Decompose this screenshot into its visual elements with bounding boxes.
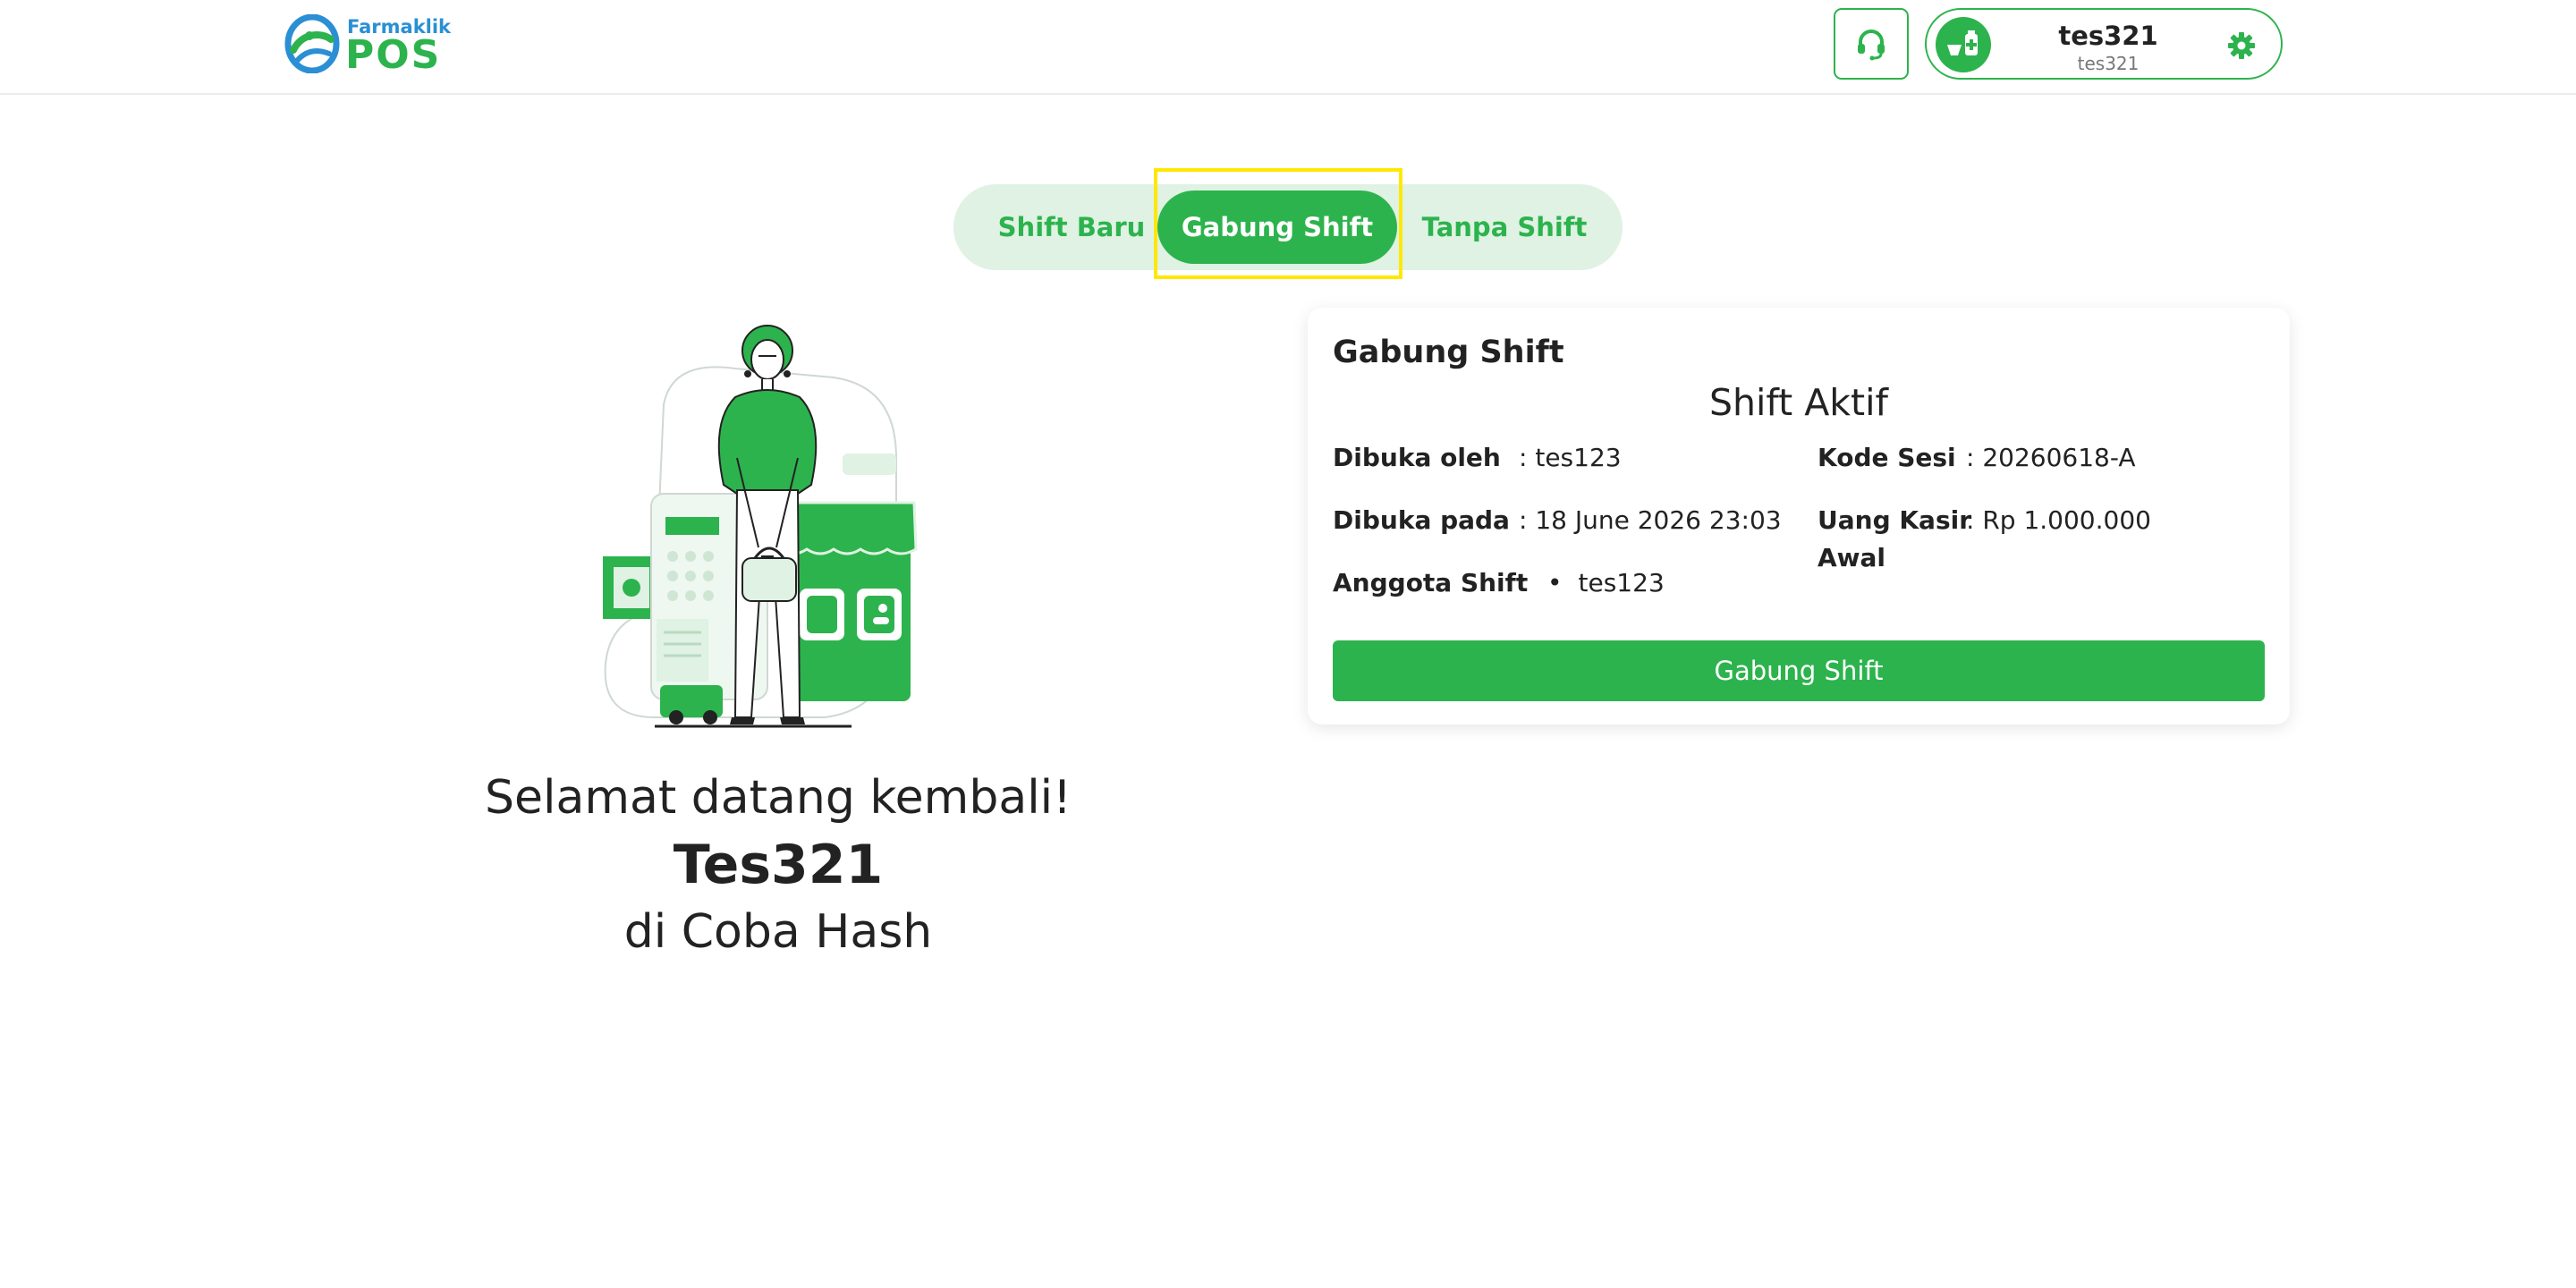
opened-by-value: : tes123 bbox=[1519, 443, 1622, 472]
cash-value: : Rp 1.000.000 bbox=[1966, 505, 2151, 535]
welcome-store-name: di Coba Hash bbox=[623, 905, 933, 959]
opened-at-value: : 18 June 2026 23:03 bbox=[1519, 505, 1782, 535]
member-name: tes123 bbox=[1578, 568, 1665, 597]
support-button[interactable] bbox=[1834, 8, 1909, 80]
opened-at-label: Dibuka pada bbox=[1333, 505, 1510, 535]
logo-text-big: POS bbox=[345, 32, 442, 78]
join-shift-card: Gabung Shift Shift Aktif Dibuka oleh : t… bbox=[1308, 308, 2290, 724]
join-shift-button[interactable]: Gabung Shift bbox=[1333, 640, 2265, 701]
top-header: Farmaklik POS tes321 tes321 bbox=[0, 0, 2576, 95]
cash-label-line1: Uang Kasir bbox=[1818, 505, 1972, 535]
headset-icon bbox=[1858, 30, 1885, 61]
tab-gabung-shift[interactable]: Gabung Shift bbox=[1157, 191, 1397, 264]
gear-icon[interactable] bbox=[2227, 31, 2256, 60]
pharmacy-avatar-icon bbox=[1936, 17, 1991, 72]
card-subtitle: Shift Aktif bbox=[1709, 381, 1888, 424]
cash-label-line2: Awal bbox=[1818, 543, 1886, 572]
opened-by-label: Dibuka oleh bbox=[1333, 443, 1501, 472]
farmaklik-pos-logo[interactable]: Farmaklik POS bbox=[284, 14, 454, 78]
pharmacist-illustration bbox=[603, 325, 918, 728]
welcome-greeting: Selamat datang kembali! bbox=[485, 771, 1072, 825]
tab-shift-baru[interactable]: Shift Baru bbox=[973, 191, 1170, 264]
tab-tanpa-shift[interactable]: Tanpa Shift bbox=[1401, 191, 1608, 264]
logo-mark-icon bbox=[284, 14, 340, 73]
session-code-value: : 20260618-A bbox=[1966, 443, 2136, 472]
member-list-item: • tes123 bbox=[1547, 565, 1665, 601]
user-subtitle: tes321 bbox=[2077, 53, 2140, 74]
welcome-user-name: Tes321 bbox=[673, 834, 884, 896]
members-label: Anggota Shift bbox=[1333, 568, 1529, 597]
shift-mode-tabs: Shift Baru Gabung Shift Tanpa Shift bbox=[953, 184, 1623, 270]
user-name: tes321 bbox=[2058, 21, 2158, 51]
bullet-icon: • bbox=[1547, 568, 1563, 597]
members-colon: : bbox=[1519, 568, 1528, 597]
session-code-label: Kode Sesi bbox=[1818, 443, 1956, 472]
user-profile-pill[interactable]: tes321 tes321 bbox=[1925, 8, 2283, 80]
card-title: Gabung Shift bbox=[1333, 335, 1564, 370]
